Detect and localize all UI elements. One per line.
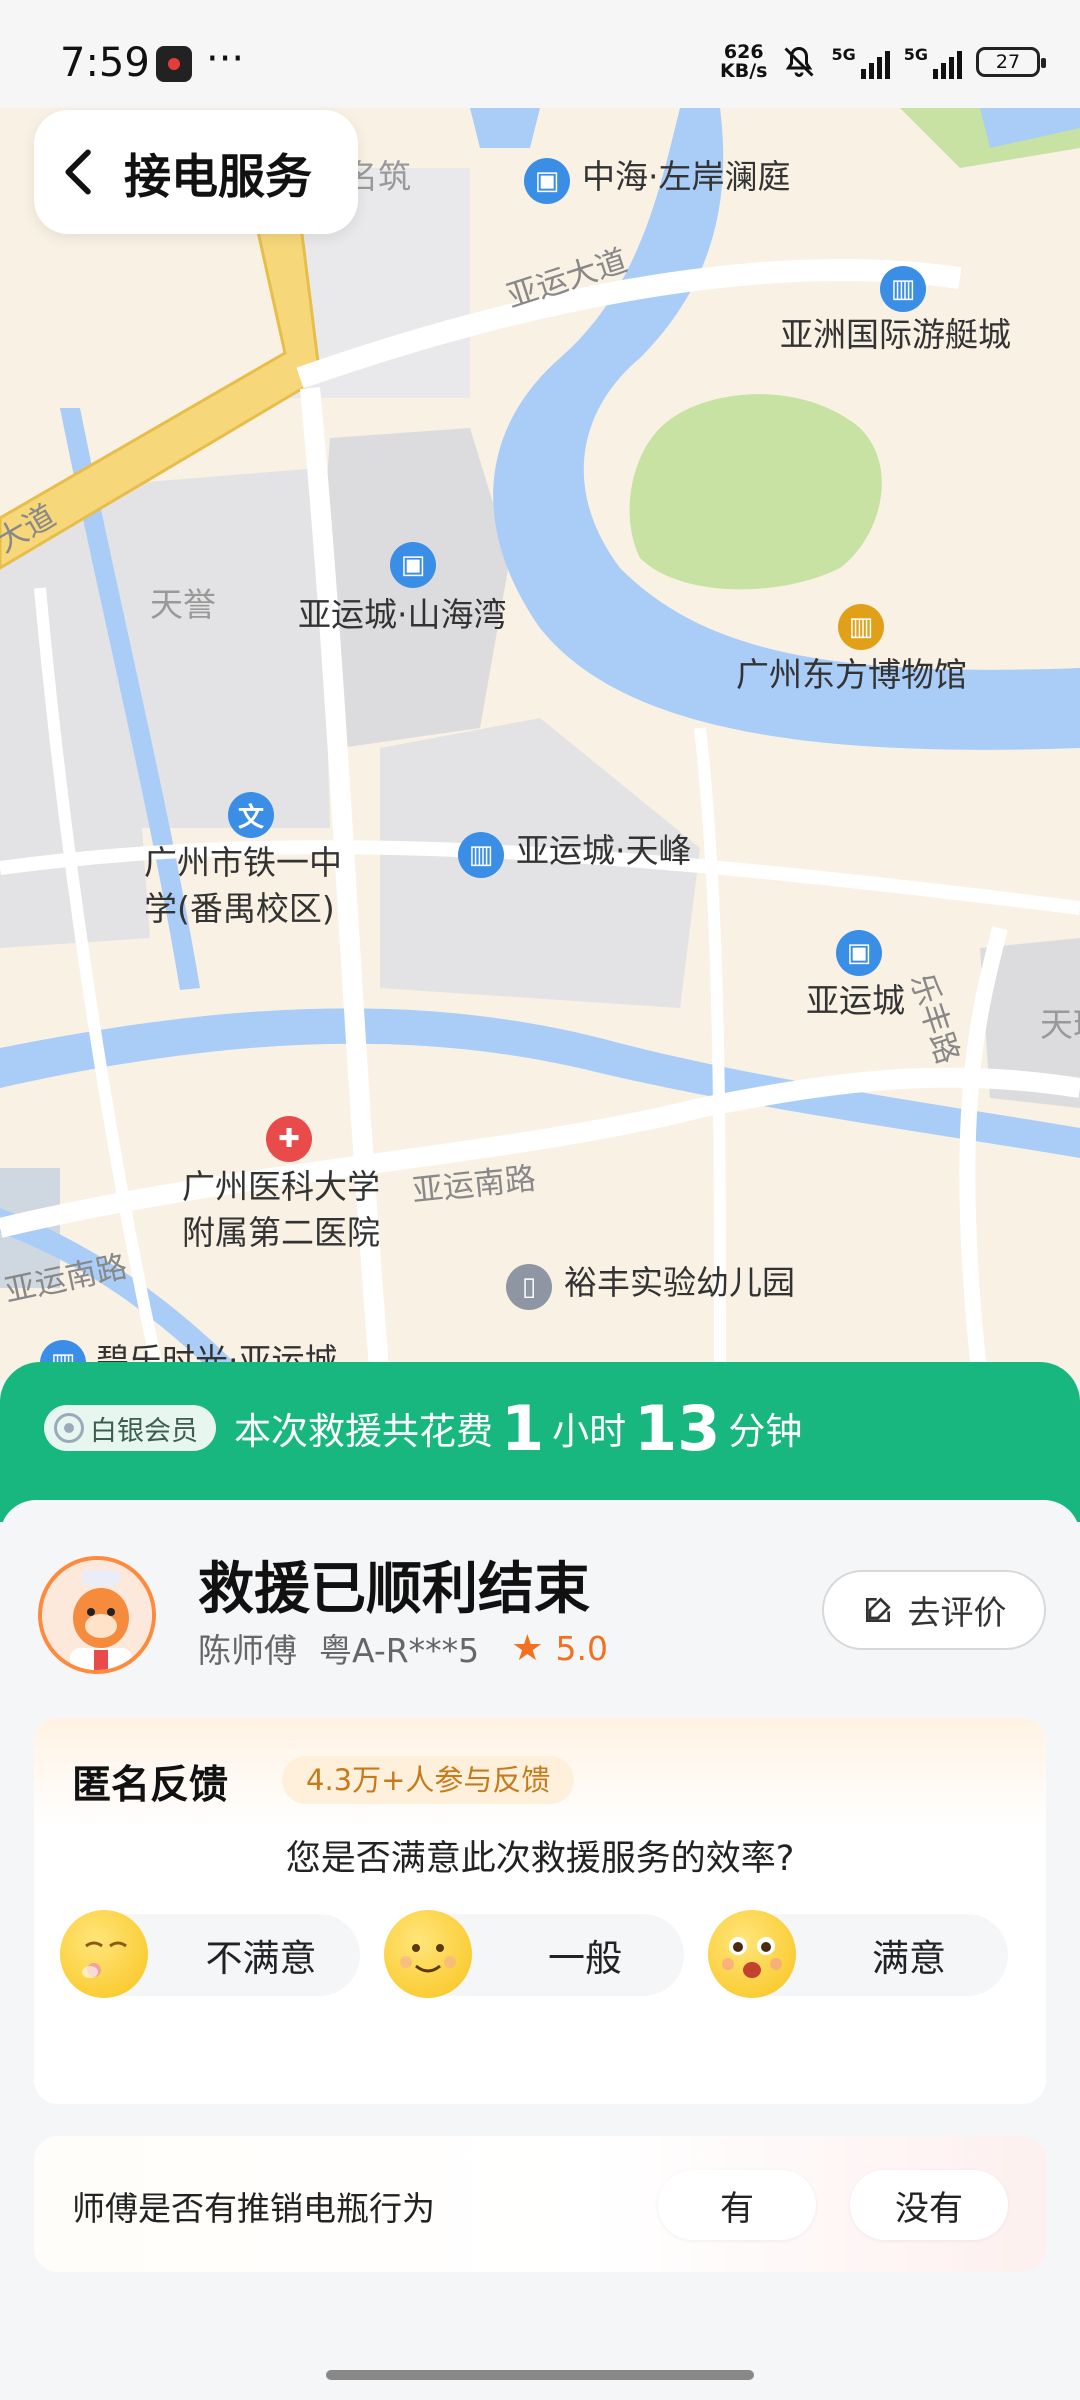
hospital-icon[interactable]: ✚ <box>266 1116 312 1162</box>
map-label-kindergarten[interactable]: 裕丰实验幼儿园 <box>564 1262 795 1304</box>
upsell-question: 师傅是否有推销电瓶行为 <box>72 2189 435 2228</box>
map-view[interactable]: 名筑 ▣ 中海·左岸澜庭 ▥ 亚洲国际游艇城 亚运大道 大道 天誉 ▣ 亚运城·… <box>0 108 1080 1380</box>
smile-face-icon <box>384 1910 472 1998</box>
rescue-duration-banner: 白银会员 本次救援共花费 1 小时 13 分钟 <box>0 1362 1080 1522</box>
network-type-1: 5G <box>831 45 856 64</box>
rescue-result-panel: 救援已顺利结束 陈师傅 粤A-R***5 ★ 5.0 去评价 匿名反馈 4.3万… <box>0 1500 1080 2400</box>
option-satisfied[interactable]: 满意 <box>708 1910 1008 1998</box>
license-plate: 粤A-R***5 <box>319 1631 480 1670</box>
more-notifications-indicator: ··· <box>206 36 245 82</box>
answer-yes-button[interactable]: 有 <box>658 2170 816 2240</box>
building-icon[interactable]: ▣ <box>524 158 570 204</box>
duration-prefix: 本次救援共花费 <box>234 1410 493 1453</box>
member-badge: 白银会员 <box>44 1405 216 1451</box>
option-dissatisfied[interactable]: 不满意 <box>60 1910 360 1998</box>
battery-icon: 27 <box>976 47 1046 77</box>
building-icon[interactable]: ▣ <box>836 930 882 976</box>
map-label-yayuncheng[interactable]: 亚运城 <box>806 980 905 1022</box>
battery-upsell-question-card: 师傅是否有推销电瓶行为 有 没有 <box>34 2136 1046 2272</box>
option-label: 满意 <box>872 1937 946 1980</box>
anonymous-feedback-card: 匿名反馈 4.3万+人参与反馈 您是否满意此次救援服务的效率? 不满意 一般 满… <box>34 1718 1046 2104</box>
silver-medal-icon <box>54 1413 84 1443</box>
map-label-yacht-city[interactable]: 亚洲国际游艇城 <box>780 314 1011 356</box>
building-icon[interactable]: ▥ <box>458 832 504 878</box>
review-button-label: 去评价 <box>907 1593 1007 1632</box>
building-icon[interactable]: ▥ <box>880 266 926 312</box>
map-label-museum[interactable]: 广州东方博物馆 <box>736 654 967 696</box>
surprised-face-icon <box>708 1910 796 1998</box>
participants-badge: 4.3万+人参与反馈 <box>282 1756 575 1804</box>
option-label: 一般 <box>548 1937 622 1980</box>
duration-minutes-unit: 分钟 <box>728 1410 803 1453</box>
answer-no-button[interactable]: 没有 <box>850 2170 1008 2240</box>
signal-icon-1: 5G <box>831 45 890 79</box>
page-title: 接电服务 <box>124 149 312 205</box>
map-label-tieyi-line1[interactable]: 广州市铁一中 <box>144 842 342 884</box>
map-label-tianyu: 天誉 <box>150 585 216 624</box>
map-label-shanhaiwan[interactable]: 亚运城·山海湾 <box>298 594 507 636</box>
header-bar: 接电服务 <box>34 110 358 234</box>
home-indicator[interactable] <box>326 2370 754 2380</box>
kindergarten-icon[interactable]: ▯ <box>506 1264 552 1310</box>
option-neutral[interactable]: 一般 <box>384 1910 684 1998</box>
feedback-title: 匿名反馈 <box>72 1763 229 1808</box>
sleepy-face-icon <box>60 1910 148 1998</box>
driver-info: 陈师傅 粤A-R***5 ★ 5.0 <box>198 1624 608 1672</box>
feedback-options: 不满意 一般 满意 <box>60 1910 1008 1998</box>
map-label-tieyi-line2[interactable]: 学(番禺校区) <box>144 888 335 930</box>
building-icon[interactable]: ▣ <box>390 542 436 588</box>
signal-icon-2: 5G <box>904 45 962 79</box>
member-badge-label: 白银会员 <box>90 1415 198 1447</box>
app-notification-icon <box>156 46 192 82</box>
review-button[interactable]: 去评价 <box>822 1570 1046 1650</box>
edit-icon <box>865 1597 891 1622</box>
map-label-hospital-line1[interactable]: 广州医科大学 <box>182 1166 380 1208</box>
status-time: 7:59 <box>60 40 150 86</box>
map-label-hospital-line2[interactable]: 附属第二医院 <box>182 1212 380 1254</box>
status-indicators: 626 KB/s 5G 5G 27 <box>720 40 1046 84</box>
museum-icon[interactable]: ▥ <box>838 604 884 650</box>
chevron-left-icon[interactable] <box>34 110 124 234</box>
duration-hours-unit: 小时 <box>552 1410 627 1453</box>
avatar <box>38 1556 156 1674</box>
duration-hours: 1 <box>501 1391 545 1465</box>
map-label-zhonghai[interactable]: 中海·左岸澜庭 <box>582 156 791 198</box>
mute-bell-icon <box>781 44 817 80</box>
network-speed: 626 KB/s <box>720 43 767 81</box>
duration-minutes: 13 <box>634 1391 721 1465</box>
map-label-tianrui: 天瑞 <box>1040 1005 1080 1044</box>
feedback-question: 您是否满意此次救援服务的效率? <box>285 1839 795 1879</box>
status-bar: 7:59 ··· 626 KB/s 5G 5G 27 <box>0 0 1080 108</box>
option-label: 不满意 <box>205 1937 317 1980</box>
star-icon: ★ <box>511 1627 544 1669</box>
network-type-2: 5G <box>903 45 928 64</box>
driver-rating: 5.0 <box>555 1628 608 1668</box>
school-icon[interactable]: 文 <box>228 792 274 838</box>
rescue-status-title: 救援已顺利结束 <box>198 1557 590 1622</box>
map-label-tianfeng[interactable]: 亚运城·天峰 <box>516 830 692 872</box>
driver-name: 陈师傅 <box>198 1631 297 1670</box>
network-speed-unit: KB/s <box>720 60 768 82</box>
